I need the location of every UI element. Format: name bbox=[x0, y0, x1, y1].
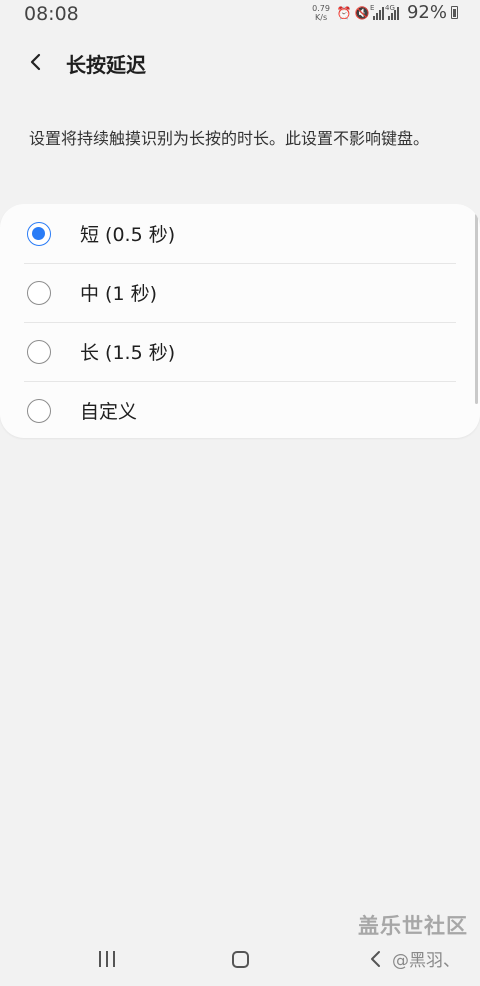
scrollbar[interactable] bbox=[475, 214, 478, 404]
option-medium[interactable]: 中 (1 秒) bbox=[0, 263, 480, 322]
page-title: 长按延迟 bbox=[66, 53, 146, 77]
radio-selected-icon[interactable] bbox=[27, 221, 51, 246]
home-button[interactable] bbox=[210, 932, 270, 986]
battery-percentage: 92% bbox=[406, 2, 447, 23]
recents-icon bbox=[99, 951, 115, 967]
status-bar: 08:08 0.79 K/s ⏰ 🔇 E 4G 92% bbox=[0, 0, 480, 30]
back-button[interactable] bbox=[22, 48, 50, 76]
back-arrow-icon bbox=[30, 53, 41, 71]
recents-button[interactable] bbox=[77, 932, 137, 986]
signal-icon: E bbox=[369, 3, 384, 20]
navigation-bar bbox=[0, 932, 480, 986]
mute-icon: 🔇 bbox=[354, 5, 370, 20]
network-speed: 0.79 K/s bbox=[312, 4, 330, 22]
status-icons: 0.79 K/s ⏰ 🔇 E 4G 92% bbox=[312, 2, 458, 23]
network-speed-unit: K/s bbox=[315, 12, 328, 22]
signal-type-label: E bbox=[369, 3, 375, 12]
option-label: 自定义 bbox=[80, 401, 138, 423]
option-label: 短 (0.5 秒) bbox=[80, 224, 176, 246]
options-card: 短 (0.5 秒) 中 (1 秒) 长 (1.5 秒) 自定义 bbox=[0, 204, 480, 438]
app-bar: 长按延迟 bbox=[0, 40, 480, 84]
radio-icon[interactable] bbox=[27, 280, 51, 305]
radio-icon[interactable] bbox=[27, 339, 51, 364]
option-label: 中 (1 秒) bbox=[80, 283, 157, 305]
signal-type-label: 4G bbox=[384, 3, 395, 12]
setting-description: 设置将持续触摸识别为长按的时长。此设置不影响键盘。 bbox=[29, 129, 430, 148]
alarm-icon: ⏰ bbox=[336, 5, 352, 20]
back-nav-button[interactable] bbox=[346, 932, 406, 986]
option-long[interactable]: 长 (1.5 秒) bbox=[0, 322, 480, 381]
option-custom[interactable]: 自定义 bbox=[0, 381, 480, 438]
option-label: 长 (1.5 秒) bbox=[80, 342, 176, 364]
status-time: 08:08 bbox=[24, 3, 79, 25]
signal-icon: 4G bbox=[384, 3, 399, 20]
network-speed-value: 0.79 bbox=[312, 3, 330, 13]
battery-icon bbox=[451, 6, 458, 19]
back-icon bbox=[371, 951, 380, 967]
home-icon bbox=[231, 950, 249, 968]
radio-icon[interactable] bbox=[27, 398, 51, 423]
option-short[interactable]: 短 (0.5 秒) bbox=[0, 204, 480, 263]
